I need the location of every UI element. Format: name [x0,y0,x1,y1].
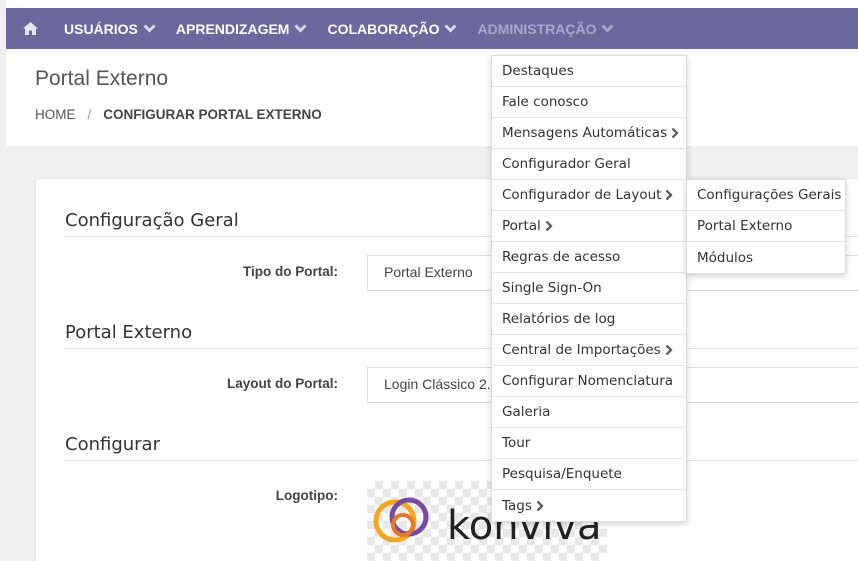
submenu-item-modulos[interactable]: Módulos [687,242,845,273]
menu-item-configurar-nomenclatura[interactable]: Configurar Nomenclatura [492,366,686,397]
menu-item-fale-conosco[interactable]: Fale conosco [492,87,686,118]
menu-item-label: Tags [502,497,532,514]
section-title-portal-externo: Portal Externo [65,322,193,343]
nav-administracao[interactable]: ADMINISTRAÇÃO [467,8,624,49]
menu-item-portal[interactable]: Portal [492,211,686,242]
submenu-item-configuracoes-gerais[interactable]: Configurações Gerais [687,180,845,211]
tipo-portal-label: Tipo do Portal: [243,264,338,279]
chevron-down-icon [601,24,615,33]
chevron-down-icon [444,24,458,33]
menu-item-galeria[interactable]: Galeria [492,397,686,428]
menu-item-configurador-geral[interactable]: Configurador Geral [492,149,686,180]
menu-item-regras-acesso[interactable]: Regras de acesso [492,242,686,273]
section-title-configurar: Configurar [65,434,160,455]
menu-item-central-importacoes[interactable]: Central de Importações [492,335,686,366]
section-divider [65,348,858,349]
menu-item-label: Mensagens Automáticas [502,125,668,141]
chevron-right-icon [671,127,679,139]
submenu-item-portal-externo[interactable]: Portal Externo [687,211,845,242]
nav-colaboracao-label: COLABORAÇÃO [327,20,440,37]
menu-item-label: Destaques [502,63,574,79]
breadcrumb: HOME / CONFIGURAR PORTAL EXTERNO [35,107,322,122]
menu-item-configurador-layout[interactable]: Configurador de Layout [492,180,686,211]
breadcrumb-separator: / [87,107,92,122]
page-header: Portal Externo HOME / CONFIGURAR PORTAL … [6,49,858,146]
chevron-right-icon [665,189,673,201]
chevron-down-icon [294,24,308,33]
menu-item-label: Configurador Geral [502,156,631,172]
menu-item-label: Regras de acesso [502,249,621,265]
home-button[interactable] [6,8,54,49]
chevron-right-icon [545,220,553,232]
menu-item-label: Portal [502,218,541,234]
chevron-right-icon [665,344,673,356]
menu-item-mensagens-automaticas[interactable]: Mensagens Automáticas [492,118,686,149]
submenu-item-label: Configurações Gerais [697,187,842,203]
breadcrumb-home[interactable]: HOME [35,107,76,122]
logotipo-label: Logotipo: [275,488,338,503]
menu-item-label: Pesquisa/Enquete [502,466,622,482]
menu-item-tour[interactable]: Tour [492,428,686,459]
menu-item-label: Configurador de Layout [502,187,662,203]
menu-item-label: Galeria [502,404,551,420]
menu-item-label: Relatórios de log [502,311,616,327]
menu-item-label: Tour [502,435,531,451]
menu-item-single-sign-on[interactable]: Single Sign-On [492,273,686,304]
page-title: Portal Externo [35,67,169,90]
submenu-item-label: Módulos [697,249,754,266]
nav-administracao-label: ADMINISTRAÇÃO [477,20,597,37]
breadcrumb-current: CONFIGURAR PORTAL EXTERNO [103,107,322,122]
layout-submenu: Configurações Gerais Portal Externo Módu… [686,179,846,274]
menu-item-label: Central de Importações [502,342,661,358]
nav-colaboracao[interactable]: COLABORAÇÃO [317,8,467,49]
menu-item-destaques[interactable]: Destaques [492,56,686,87]
section-divider [65,460,858,461]
admin-dropdown-menu: Destaques Fale conosco Mensagens Automát… [491,55,687,522]
menu-item-tags[interactable]: Tags [492,490,686,521]
menu-item-label: Configurar Nomenclatura [502,373,674,389]
menu-item-label: Fale conosco [502,94,589,110]
layout-portal-label: Layout do Portal: [227,376,338,391]
nav-aprendizagem-label: APRENDIZAGEM [175,20,290,37]
nav-aprendizagem[interactable]: APRENDIZAGEM [166,8,318,49]
chevron-right-icon [536,500,544,512]
chevron-down-icon [143,24,156,33]
menu-item-relatorios-log[interactable]: Relatórios de log [492,304,686,335]
home-icon [22,22,38,35]
section-title-config-geral: Configuração Geral [65,210,239,231]
menu-item-pesquisa-enquete[interactable]: Pesquisa/Enquete [492,459,686,490]
menu-item-label: Single Sign-On [502,280,602,296]
submenu-item-label: Portal Externo [697,218,793,234]
nav-usuarios[interactable]: USUÁRIOS [54,8,166,49]
nav-usuarios-label: USUÁRIOS [64,20,138,37]
top-navbar: USUÁRIOS APRENDIZAGEM COLABORAÇÃO ADMINI… [6,8,858,49]
